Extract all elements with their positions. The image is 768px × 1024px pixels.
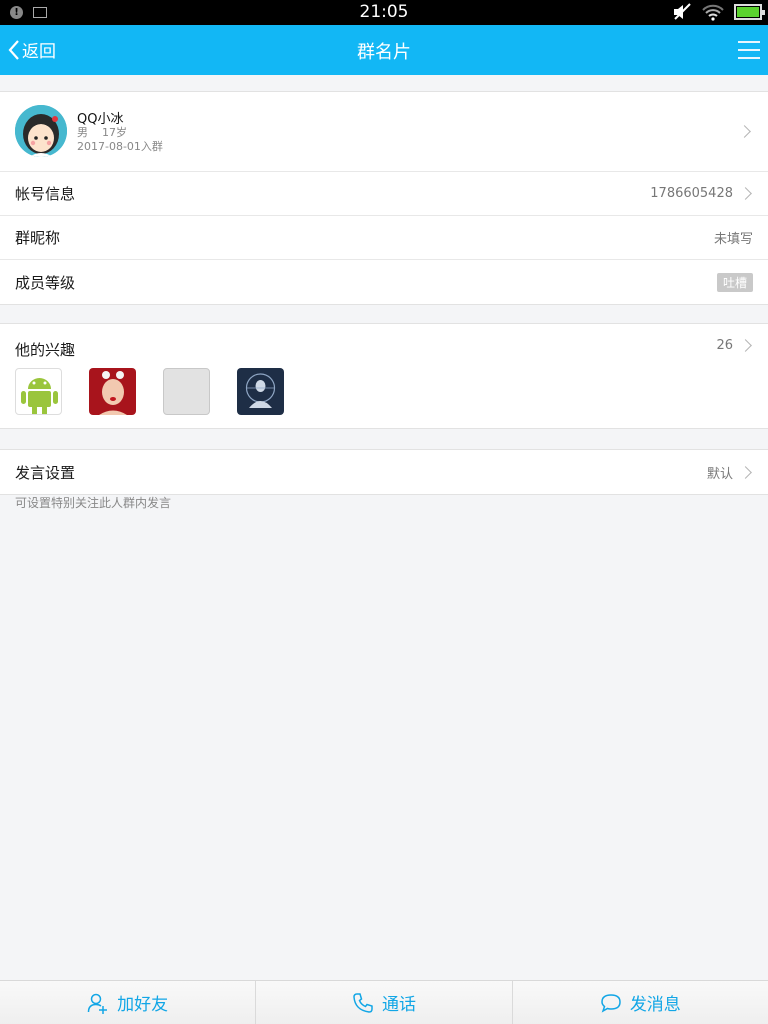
group-nickname-value: 未填写 [713, 232, 753, 247]
interests-count: 26 [716, 338, 733, 353]
group-nickname-row[interactable]: 群昵称 未填写 [0, 216, 768, 260]
chevron-right-icon [739, 465, 752, 479]
member-level-badge: 吐槽 [716, 272, 753, 292]
interests-group: 他的兴趣 26 [0, 323, 768, 429]
send-message-button[interactable]: 发消息 [513, 981, 768, 1024]
mute-icon [674, 3, 691, 20]
interest-photo-thumbnail[interactable] [89, 368, 136, 415]
speak-settings-group: 发言设置 默认 [0, 449, 768, 495]
member-level-row[interactable]: 成员等级 吐槽 [0, 260, 768, 304]
interest-anonymous-thumbnail[interactable] [237, 368, 284, 415]
call-label: 通话 [381, 995, 416, 1015]
status-bar: ! 21:05 [0, 0, 768, 25]
page-title: 群名片 [357, 42, 411, 63]
group-nickname-label: 群昵称 [15, 229, 61, 247]
speak-settings-label: 发言设置 [15, 463, 76, 482]
status-right-icons [672, 3, 765, 21]
menu-icon[interactable] [738, 41, 760, 59]
account-info-label: 帐号信息 [15, 185, 76, 203]
speak-settings-value: 默认 [706, 466, 733, 482]
interest-android-thumbnail[interactable] [15, 368, 62, 415]
status-time: 21:05 [359, 2, 409, 22]
chevron-right-icon [739, 187, 752, 200]
speak-settings-hint: 可设置特别关注此人群内发言 [15, 496, 172, 510]
account-number: 1786605428 [650, 186, 733, 201]
profile-join-date: 2017-08-01入群 [77, 140, 163, 153]
avatar [15, 105, 67, 157]
chat-bubble-icon [601, 993, 621, 1013]
add-friend-icon [87, 993, 108, 1014]
interests-row[interactable]: 他的兴趣 26 [0, 324, 768, 428]
wifi-icon [702, 4, 724, 21]
battery-icon [734, 4, 765, 20]
bottom-action-bar: 加好友 通话 发消息 [0, 980, 768, 1024]
speak-settings-row[interactable]: 发言设置 默认 [0, 450, 768, 494]
call-button[interactable]: 通话 [256, 981, 513, 1024]
title-bar: 返回 群名片 [0, 25, 768, 75]
add-friend-label: 加好友 [117, 995, 169, 1015]
add-friend-button[interactable]: 加好友 [0, 981, 257, 1024]
profile-card[interactable]: QQ小冰 男 17岁 2017-08-01入群 [0, 92, 768, 172]
send-message-label: 发消息 [629, 995, 681, 1015]
interest-empty-thumbnail[interactable] [163, 368, 210, 415]
chevron-right-icon [738, 125, 751, 138]
chevron-right-icon [739, 339, 752, 352]
profile-group: QQ小冰 男 17岁 2017-08-01入群 帐号信息 1786605428 … [0, 91, 768, 305]
account-info-row[interactable]: 帐号信息 1786605428 [0, 172, 768, 216]
interest-thumbnails [15, 368, 284, 415]
member-level-label: 成员等级 [15, 273, 76, 292]
phone-icon [353, 992, 373, 1013]
interests-label: 他的兴趣 [15, 341, 76, 359]
